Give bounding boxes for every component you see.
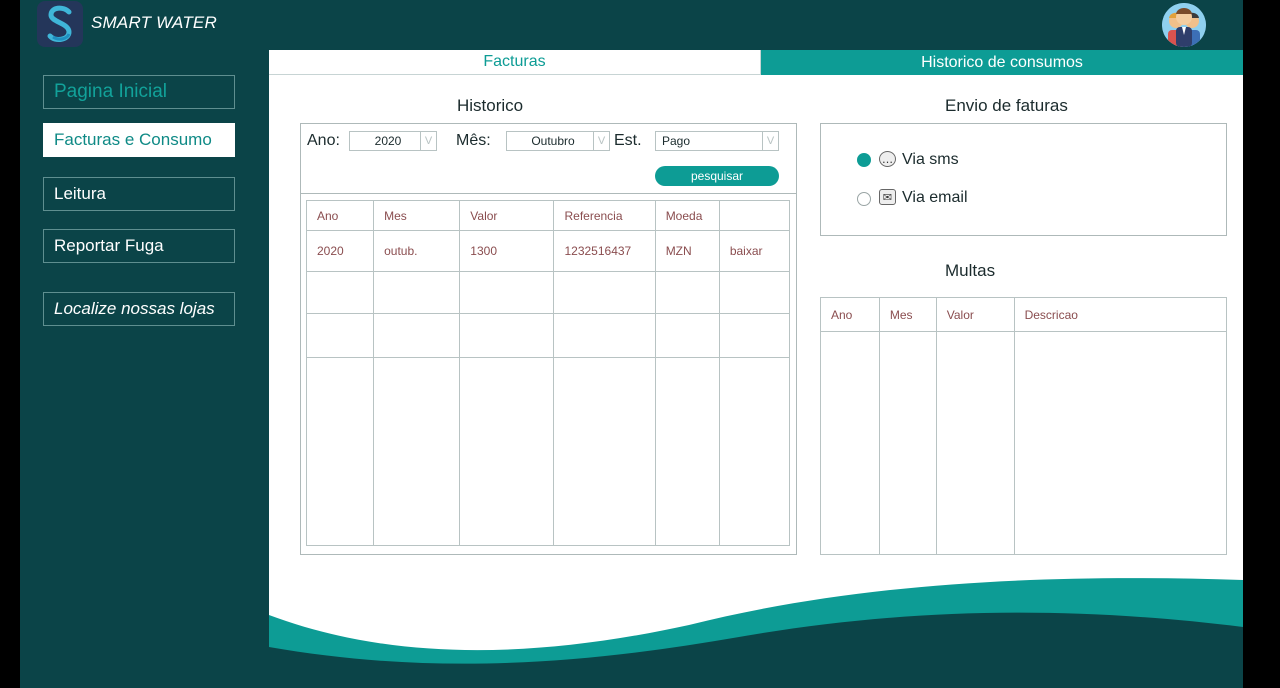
radio-via-sms[interactable] [857, 153, 871, 167]
table-cell: 1300 [459, 230, 555, 272]
table-cell [718, 271, 791, 314]
table-row [305, 271, 791, 314]
column-header: Ano [820, 297, 880, 332]
envio-box [820, 123, 1227, 236]
sidebar-item-pagina-inicial[interactable]: Pagina Inicial [43, 75, 235, 109]
table-cell [373, 313, 461, 358]
main-panel: Facturas Historico de consumos Historico… [269, 50, 1243, 688]
tab-historico-consumos[interactable]: Historico de consumos [761, 50, 1243, 75]
table-cell [718, 313, 791, 358]
table-header-row: Ano Mes Valor Descricao [820, 297, 1228, 332]
table-cell [373, 357, 461, 546]
mes-select[interactable]: Outubro V [506, 131, 610, 151]
table-row: 2020 outub. 1300 1232516437 MZN baixar [305, 230, 791, 272]
sidebar-item-label: Facturas e Consumo [54, 130, 212, 149]
chat-icon: … [879, 151, 896, 167]
table-cell [459, 313, 555, 358]
table-header-row: Ano Mes Valor Referencia Moeda [305, 200, 791, 231]
tab-facturas[interactable]: Facturas [269, 50, 761, 75]
table-cell [935, 331, 1015, 555]
column-header: Descricao [1013, 297, 1228, 332]
column-header: Valor [935, 297, 1015, 332]
chevron-down-icon: V [420, 132, 436, 150]
est-value: Pago [662, 134, 691, 148]
wave-decoration [269, 578, 1243, 688]
table-cell [654, 271, 720, 314]
multas-table: Ano Mes Valor Descricao [820, 297, 1228, 555]
mes-label: Mês: [456, 132, 491, 149]
sidebar-item-leitura[interactable]: Leitura [43, 177, 235, 211]
column-header: Ano [305, 200, 375, 231]
baixar-link[interactable]: baixar [718, 230, 791, 272]
sidebar-item-label: Leitura [54, 184, 106, 203]
envio-title: Envio de faturas [945, 96, 1068, 115]
table-row [305, 357, 791, 546]
table-cell [305, 357, 375, 546]
table-cell: MZN [654, 230, 720, 272]
chevron-down-icon: V [762, 132, 778, 150]
table-cell [718, 357, 791, 546]
table-cell: 1232516437 [553, 230, 656, 272]
sidebar-item-localize-lojas[interactable]: Localize nossas lojas [43, 292, 235, 326]
table-cell [553, 313, 656, 358]
sidebar-item-reportar-fuga[interactable]: Reportar Fuga [43, 229, 235, 263]
table-cell [305, 313, 375, 358]
historico-title: Historico [457, 96, 524, 115]
user-avatar[interactable] [1162, 3, 1206, 47]
via-email-label: Via email [902, 189, 968, 206]
historico-table: Ano Mes Valor Referencia Moeda 2020 outub. 1300… [305, 200, 791, 546]
table-cell [654, 313, 720, 358]
column-header: Mes [373, 200, 461, 231]
column-header: Moeda [654, 200, 720, 231]
app-window: SMART WATER Pagina Inicial Facturas e Co… [20, 0, 1243, 688]
table-cell [459, 357, 555, 546]
app-title: SMART WATER [91, 13, 217, 32]
column-header: Referencia [553, 200, 656, 231]
users-icon [1162, 3, 1206, 47]
table-cell [553, 271, 656, 314]
chevron-down-icon: V [593, 132, 609, 150]
table-cell [553, 357, 656, 546]
via-sms-label: Via sms [902, 151, 959, 168]
pesquisar-button[interactable]: pesquisar [655, 166, 779, 186]
est-select[interactable]: Pago V [655, 131, 779, 151]
table-cell: outub. [373, 230, 461, 272]
column-header: Mes [878, 297, 937, 332]
table-cell [373, 271, 461, 314]
table-cell [878, 331, 937, 555]
logo-s-icon [47, 5, 72, 42]
table-cell [1013, 331, 1228, 555]
sidebar-item-label: Pagina Inicial [54, 81, 168, 102]
table-cell [305, 271, 375, 314]
logo [37, 1, 83, 47]
sidebar-item-facturas-e-consumo[interactable]: Facturas e Consumo [43, 123, 235, 157]
column-header [718, 200, 791, 231]
table-cell [654, 357, 720, 546]
sidebar-item-label: Localize nossas lojas [54, 299, 215, 318]
table-row [305, 313, 791, 358]
multas-title: Multas [945, 261, 996, 280]
top-bar: SMART WATER [20, 0, 1243, 50]
est-label: Est. [614, 132, 642, 149]
sidebar-item-label: Reportar Fuga [54, 236, 164, 255]
ano-select[interactable]: 2020 V [349, 131, 437, 151]
column-header: Valor [459, 200, 555, 231]
mail-icon: ✉ [879, 189, 896, 205]
table-cell: 2020 [305, 230, 375, 272]
table-cell [820, 331, 880, 555]
table-cell [459, 271, 555, 314]
table-row [820, 331, 1228, 555]
ano-label: Ano: [307, 132, 340, 149]
radio-via-email[interactable] [857, 192, 871, 206]
